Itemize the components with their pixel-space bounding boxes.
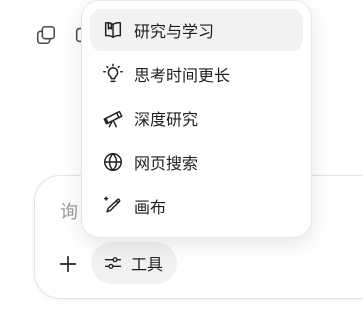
menu-item-label: 网页搜索 (134, 154, 199, 173)
sliders-icon (104, 257, 122, 269)
menu-item-label: 研究与学习 (134, 22, 215, 41)
composer-placeholder[interactable]: 询 (60, 198, 79, 224)
tools-button-label: 工具 (131, 255, 164, 274)
globe-icon (104, 152, 122, 172)
menu-item-label: 画布 (134, 198, 167, 217)
telescope-icon (103, 110, 123, 128)
menu-item-think-longer[interactable]: 思考时间更长 (90, 53, 303, 95)
page: 询 工具 研究与学习 思考时间更长 深度研究 网页搜索 画布 (0, 0, 363, 311)
menu-item-label: 深度研究 (134, 110, 199, 129)
tools-button[interactable]: 工具 (91, 242, 178, 284)
menu-item-canvas[interactable]: 画布 (90, 185, 303, 227)
tools-menu: 研究与学习 思考时间更长 深度研究 网页搜索 画布 (81, 0, 312, 238)
menu-item-study-and-learn[interactable]: 研究与学习 (90, 9, 303, 51)
plus-icon (59, 255, 77, 273)
pen-sparkle-icon (104, 196, 121, 213)
menu-item-deep-research[interactable]: 深度研究 (90, 97, 303, 139)
lightbulb-icon (103, 63, 123, 83)
copy-icon[interactable] (35, 24, 57, 46)
menu-item-web-search[interactable]: 网页搜索 (90, 141, 303, 183)
menu-item-label: 思考时间更长 (134, 66, 231, 85)
add-attachment-button[interactable] (55, 251, 81, 277)
book-open-icon (104, 22, 122, 39)
